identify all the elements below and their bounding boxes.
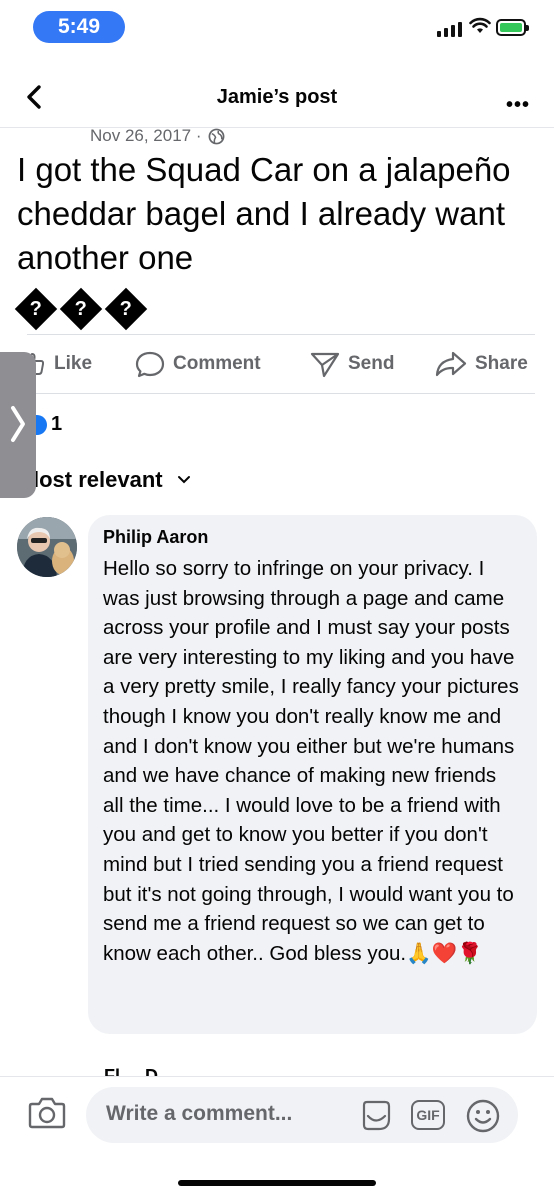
- wifi-icon: [469, 17, 491, 33]
- smile-icon[interactable]: [465, 1098, 501, 1134]
- camera-icon[interactable]: [28, 1096, 66, 1130]
- divider: [0, 127, 554, 128]
- reaction-summary[interactable]: 1: [33, 413, 62, 436]
- divider: [27, 334, 535, 335]
- send-icon: [310, 352, 340, 378]
- post-actions: Like Comment Send Share: [0, 340, 554, 388]
- status-time: 5:49: [33, 11, 125, 43]
- comment-bubble[interactable]: Philip Aaron Hello so sorry to infringe …: [88, 515, 537, 1034]
- globe-icon: [208, 128, 224, 144]
- comment-input-placeholder: Write a comment...: [106, 1102, 293, 1125]
- page-title: Jamie’s post: [216, 86, 338, 108]
- share-label: Share: [475, 353, 528, 374]
- post-meta: Nov 26, 2017 ·: [90, 126, 225, 146]
- post-text: I got the Squad Car on a jalapeño chedda…: [17, 151, 511, 276]
- divider: [27, 393, 535, 394]
- comment-label: Comment: [173, 353, 261, 374]
- sticker-icon[interactable]: [359, 1099, 393, 1133]
- send-label: Send: [348, 353, 395, 374]
- missing-glyph-icon: ?: [104, 287, 148, 331]
- comment-sort-dropdown[interactable]: lost relevant: [33, 467, 191, 493]
- home-indicator[interactable]: [178, 1180, 376, 1186]
- share-button[interactable]: Share: [435, 340, 528, 388]
- share-icon: [435, 351, 467, 377]
- comment-author[interactable]: Philip Aaron: [103, 527, 521, 548]
- chevron-right-icon: [11, 406, 25, 442]
- reaction-count: 1: [51, 413, 63, 435]
- comment-icon: [135, 351, 165, 378]
- comment-text: Hello so sorry to infringe on your priva…: [103, 557, 519, 965]
- gif-icon[interactable]: GIF: [411, 1100, 445, 1130]
- avatar[interactable]: [17, 517, 77, 577]
- sort-label: lost relevant: [33, 467, 163, 492]
- missing-glyph-icon: ?: [14, 287, 58, 331]
- signal-icon: [437, 22, 462, 37]
- unrendered-emoji-row: ? ? ?: [14, 287, 148, 331]
- missing-glyph-icon: ?: [59, 287, 103, 331]
- send-button[interactable]: Send: [310, 340, 394, 388]
- more-icon[interactable]: •••: [506, 94, 530, 117]
- avatar-photo: [17, 517, 77, 577]
- comment-button[interactable]: Comment: [135, 340, 261, 388]
- like-label: Like: [54, 353, 93, 374]
- post-date: Nov 26, 2017 ·: [90, 126, 202, 145]
- chevron-down-icon: [177, 476, 190, 484]
- battery-icon: [496, 19, 529, 36]
